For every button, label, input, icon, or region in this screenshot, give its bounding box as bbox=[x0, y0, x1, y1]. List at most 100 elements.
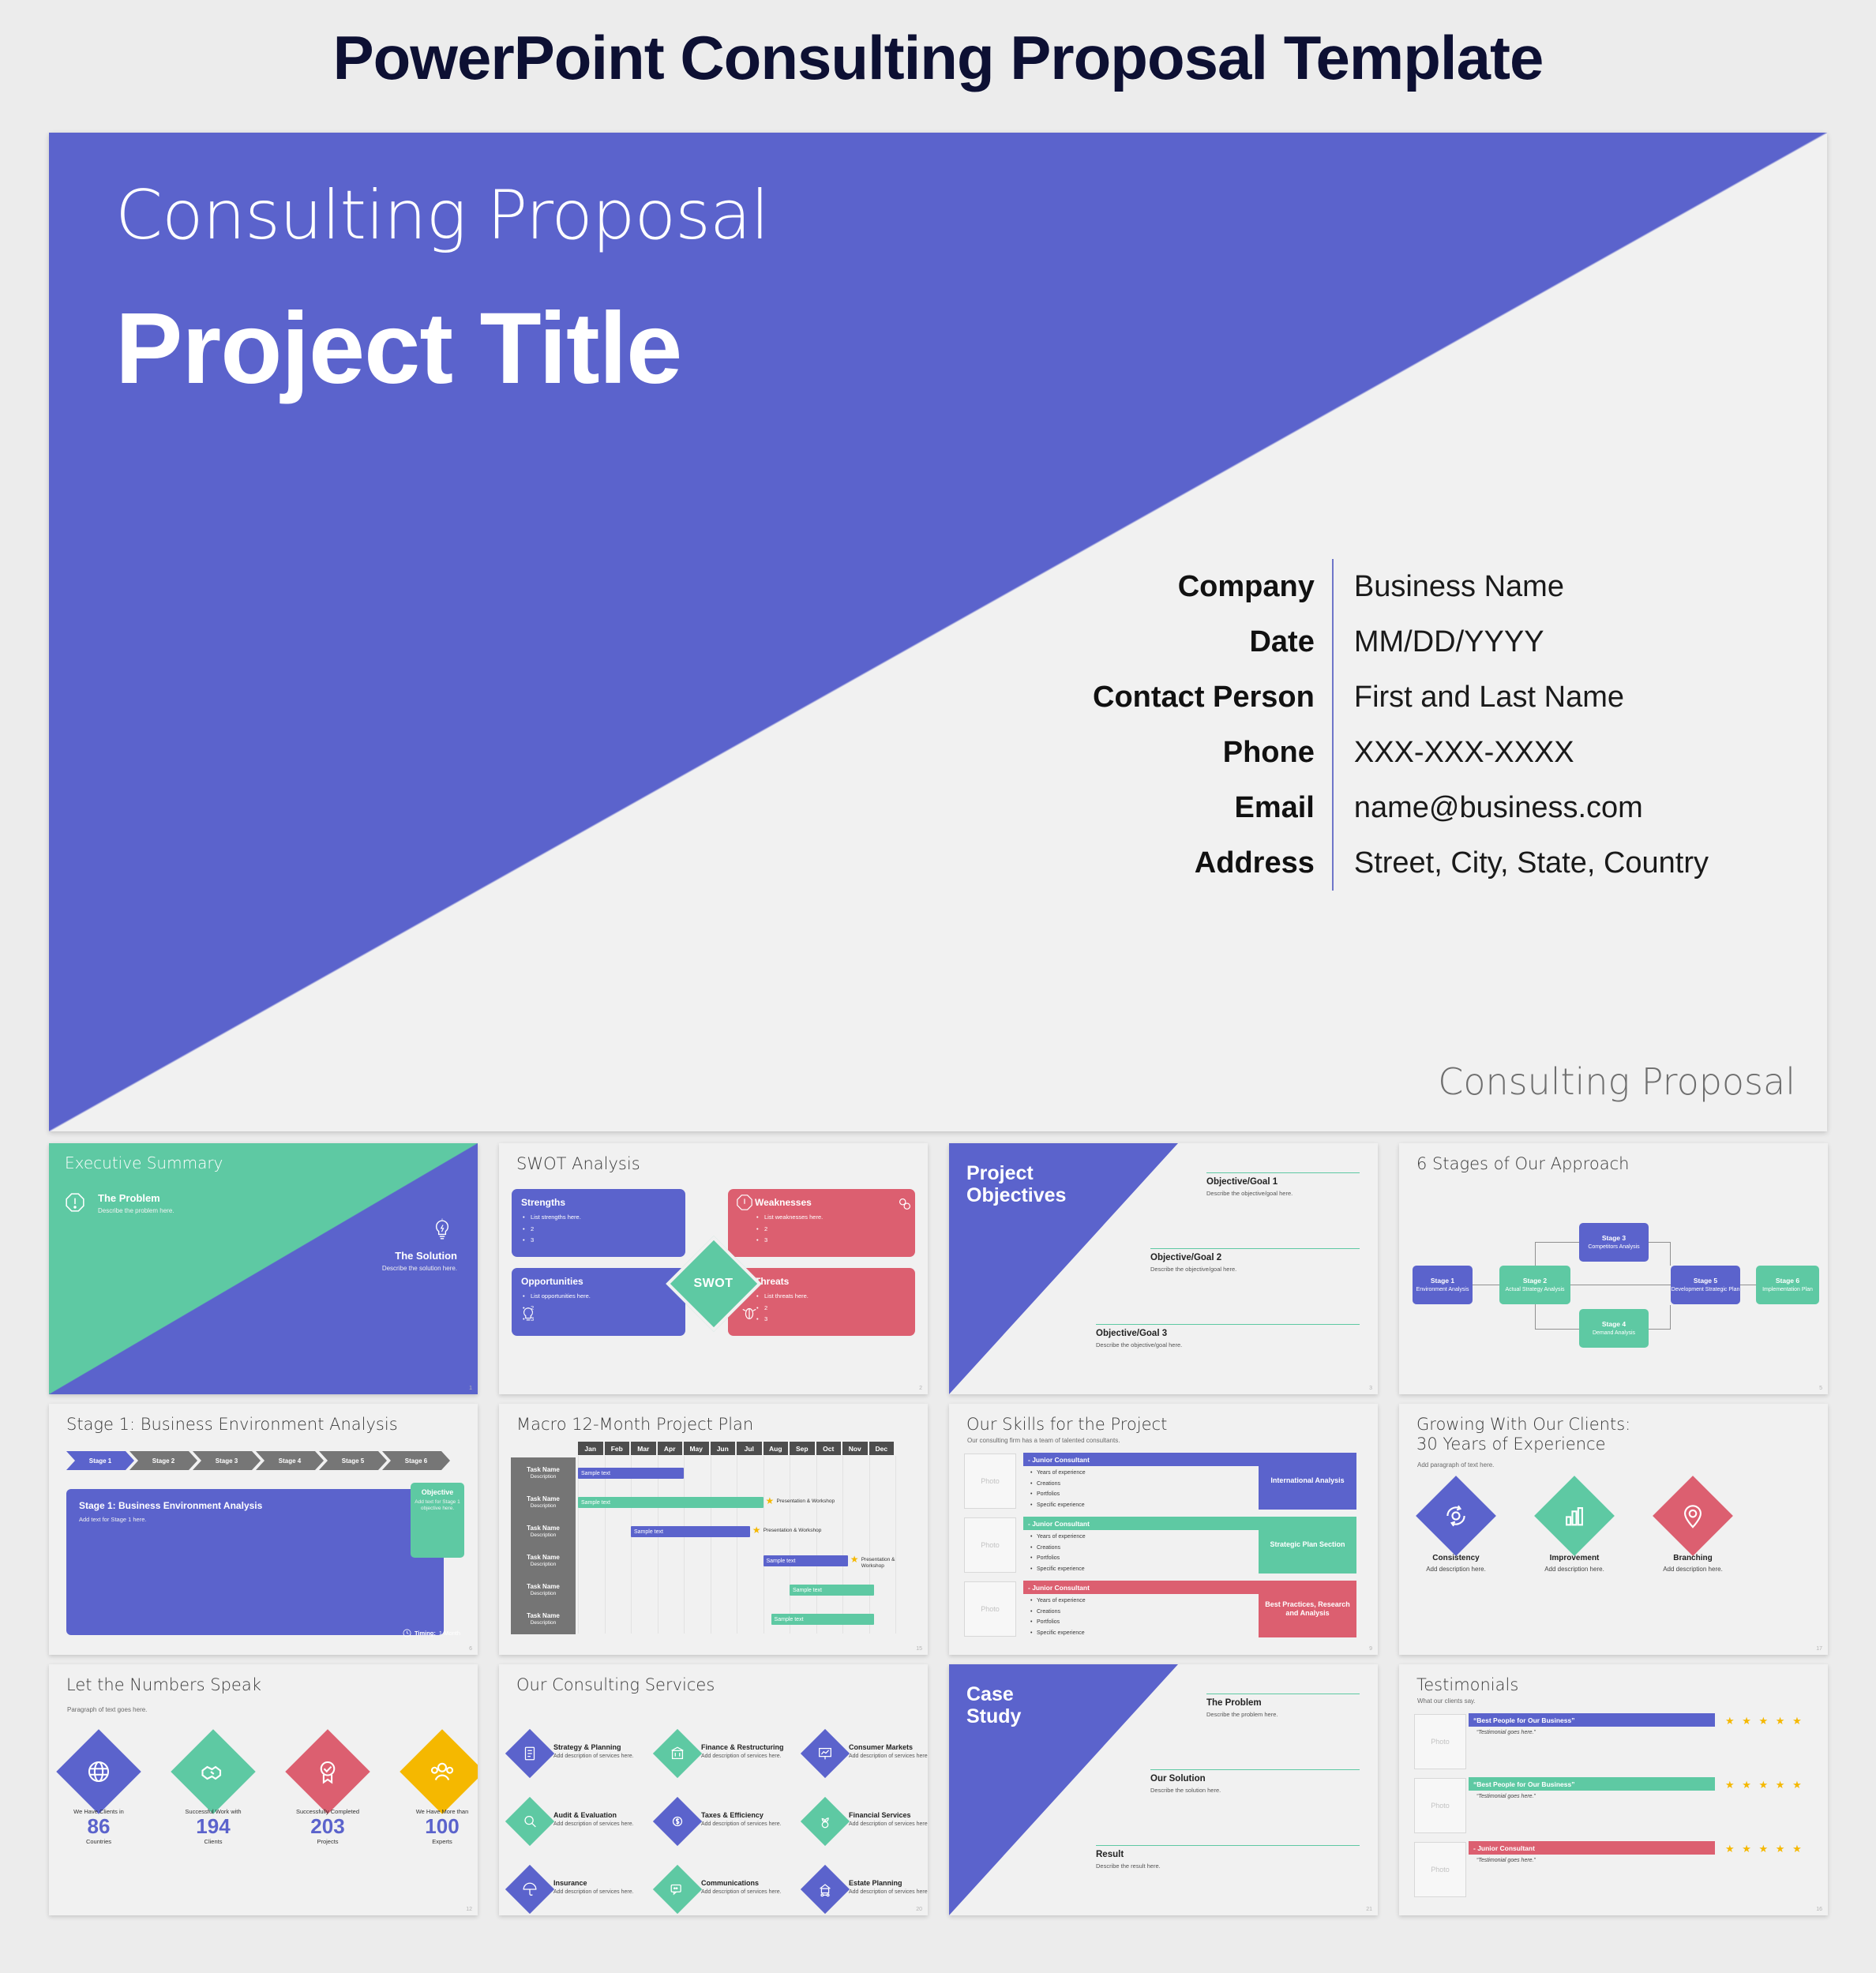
service-desc: Add description of services here. bbox=[849, 1889, 928, 1895]
slide-six-stages[interactable]: 6 Stages of Our Approach Stage 1 Environm… bbox=[1399, 1143, 1828, 1394]
contact-value-email: name@business.com bbox=[1353, 791, 1643, 824]
photo-placeholder: Photo bbox=[964, 1453, 1016, 1509]
experience-bullet: Portfolios bbox=[1030, 1489, 1086, 1500]
gantt-task-row: Task Name Description bbox=[511, 1574, 576, 1606]
contact-label-address: Address bbox=[1194, 846, 1315, 880]
slide-title: Testimonials bbox=[1416, 1675, 1519, 1694]
bank-icon bbox=[671, 1746, 684, 1760]
gantt-task-desc: Description bbox=[530, 1620, 557, 1626]
slide-number: 5 bbox=[1819, 1386, 1822, 1391]
slide-number: 20 bbox=[916, 1907, 922, 1912]
swot-quadrant-weaknesses: Weaknesses List weaknesses here.23 bbox=[728, 1189, 915, 1257]
title-slide[interactable]: Consulting Proposal Project Title Compan… bbox=[49, 133, 1827, 1131]
dollar-refresh-icon bbox=[672, 1816, 683, 1827]
gantt-task-row: Task Name Description bbox=[511, 1516, 576, 1547]
slide-consulting-services[interactable]: Our Consulting Services Strategy & Plann… bbox=[499, 1664, 928, 1915]
stat-diamond-clients bbox=[171, 1729, 256, 1814]
objective-desc: Describe the objective/goal here. bbox=[1096, 1341, 1183, 1348]
slide-let-the-numbers-speak[interactable]: Let the Numbers Speak Paragraph of text … bbox=[49, 1664, 478, 1915]
experience-bullets: Years of experienceCreationsPortfoliosSp… bbox=[1030, 1468, 1086, 1511]
slide-project-objectives[interactable]: Project Objectives Objective/Goal 1 Desc… bbox=[949, 1143, 1378, 1394]
swot-list-item: 2 bbox=[755, 1303, 906, 1315]
swot-list: List weaknesses here.23 bbox=[755, 1212, 906, 1247]
caption-heading: Consistency bbox=[1432, 1554, 1480, 1562]
testimonial-quote: “Testimonial goes here.” bbox=[1476, 1858, 1536, 1863]
stage-box-4: Stage 4 Demand Analysis bbox=[1579, 1309, 1649, 1348]
gantt-gridline bbox=[578, 1456, 579, 1634]
swot-list: List threats here.23 bbox=[755, 1291, 906, 1326]
slide-our-skills[interactable]: Our Skills for the Project Our consultin… bbox=[949, 1404, 1378, 1655]
photo-placeholder: Photo bbox=[1414, 1842, 1466, 1897]
chevron-stage-3[interactable]: Stage 3 bbox=[193, 1451, 261, 1470]
stage-desc: Environment Analysis bbox=[1416, 1286, 1469, 1292]
service-heading: Taxes & Efficiency bbox=[701, 1811, 764, 1819]
experience-bullet: Years of experience bbox=[1030, 1468, 1086, 1479]
service-heading: Strategy & Planning bbox=[553, 1743, 621, 1751]
testimonial-quote: “Testimonial goes here.” bbox=[1476, 1730, 1536, 1735]
slide-growing-with-clients[interactable]: Growing With Our Clients: 30 Years of Ex… bbox=[1399, 1404, 1828, 1655]
slide-title: SWOT Analysis bbox=[516, 1154, 640, 1173]
swot-heading: Weaknesses bbox=[755, 1197, 812, 1208]
service-heading: Audit & Evaluation bbox=[553, 1811, 617, 1819]
stage-box-5: Stage 5 Development Strategic Plan bbox=[1671, 1266, 1740, 1304]
statistic-block: Successfully Completed 203 Projects bbox=[280, 1808, 375, 1845]
slide-title: Executive Summary bbox=[65, 1153, 223, 1172]
stage-name: Stage 5 bbox=[1693, 1276, 1718, 1285]
chevron-stage-5[interactable]: Stage 5 bbox=[319, 1451, 387, 1470]
award-icon bbox=[320, 1761, 336, 1784]
slide-testimonials[interactable]: Testimonials What our clients say. Photo… bbox=[1399, 1664, 1828, 1915]
gantt-task-desc: Description bbox=[530, 1591, 557, 1596]
photo-placeholder: Photo bbox=[964, 1517, 1016, 1573]
slide-number: 9 bbox=[1369, 1646, 1372, 1652]
service-item: Consumer Markets Add description of servi… bbox=[849, 1743, 928, 1759]
gantt-gridline bbox=[604, 1456, 606, 1634]
chevron-stage-1[interactable]: Stage 1 bbox=[66, 1451, 134, 1470]
solution-heading: The Solution bbox=[395, 1250, 457, 1262]
experience-bullet: Years of experience bbox=[1030, 1532, 1086, 1543]
slide-number: 6 bbox=[469, 1646, 472, 1652]
milestone-star-icon: ★ bbox=[850, 1554, 859, 1565]
slide-swot-analysis[interactable]: SWOT Analysis Strengths List strengths he… bbox=[499, 1143, 928, 1394]
objective-item: Objective/Goal 3 Describe the objective/… bbox=[1096, 1324, 1360, 1348]
people-icon bbox=[430, 1762, 454, 1780]
swot-quadrant-strengths: Strengths List strengths here.23 bbox=[512, 1189, 685, 1257]
house-icon bbox=[820, 1884, 831, 1897]
contact-label-contact-person: Contact Person bbox=[1093, 681, 1315, 714]
stat-unit: Projects bbox=[317, 1837, 339, 1845]
slide-title: Let the Numbers Speak bbox=[66, 1675, 261, 1694]
experience-bullet: Creations bbox=[1030, 1607, 1086, 1618]
contact-value-date: MM/DD/YYYY bbox=[1353, 625, 1544, 658]
link-icon bbox=[899, 1198, 911, 1210]
caption-heading: Branching bbox=[1673, 1554, 1713, 1562]
gantt-task-desc: Description bbox=[530, 1503, 557, 1509]
case-desc: Describe the solution here. bbox=[1150, 1787, 1221, 1794]
page-title: PowerPoint Consulting Proposal Template bbox=[332, 23, 1544, 92]
statistic-block: We Have Clients in 86 Countries bbox=[51, 1808, 146, 1845]
swot-list-item: List threats here. bbox=[755, 1291, 906, 1303]
magnifier-icon bbox=[524, 1815, 536, 1828]
gantt-task-name: Task Name bbox=[527, 1495, 560, 1502]
service-diamond bbox=[505, 1796, 555, 1847]
case-heading: Result bbox=[1096, 1850, 1124, 1859]
chevron-stage-6[interactable]: Stage 6 bbox=[382, 1451, 450, 1470]
slide-executive-summary[interactable]: Executive Summary The Problem Describe t… bbox=[49, 1143, 478, 1394]
swot-list-item: List opportunities here. bbox=[521, 1291, 676, 1303]
document-icon bbox=[524, 1746, 535, 1761]
swot-quadrant-opportunities: Opportunities List opportunities here.23 bbox=[512, 1268, 685, 1336]
slide-case-study[interactable]: Case Study The Problem Describe the prob… bbox=[949, 1664, 1378, 1915]
gantt-task-row: Task Name Description bbox=[511, 1604, 576, 1635]
stage-box-2: Stage 2 Actual Strategy Analysis bbox=[1499, 1266, 1570, 1304]
gantt-month-oct: Oct bbox=[816, 1442, 841, 1455]
photo-placeholder: Photo bbox=[1414, 1778, 1466, 1833]
caption-heading: Improvement bbox=[1549, 1554, 1600, 1562]
chevron-stage-2[interactable]: Stage 2 bbox=[129, 1451, 197, 1470]
handshake-icon bbox=[201, 1765, 222, 1780]
slide-number: 17 bbox=[1816, 1646, 1822, 1652]
chevron-stage-4[interactable]: Stage 4 bbox=[256, 1451, 324, 1470]
case-heading: The Problem bbox=[1206, 1698, 1262, 1708]
slide-gantt-plan[interactable]: Macro 12-Month Project Plan Jan Feb Mar Apr… bbox=[499, 1404, 928, 1655]
service-diamond bbox=[505, 1728, 555, 1779]
slide-title: Case Study bbox=[966, 1683, 1021, 1727]
slide-stage-1[interactable]: Stage 1: Business Environment Analysis S… bbox=[49, 1404, 478, 1655]
statistic-block: Successful Work with 194 Clients bbox=[166, 1808, 261, 1845]
